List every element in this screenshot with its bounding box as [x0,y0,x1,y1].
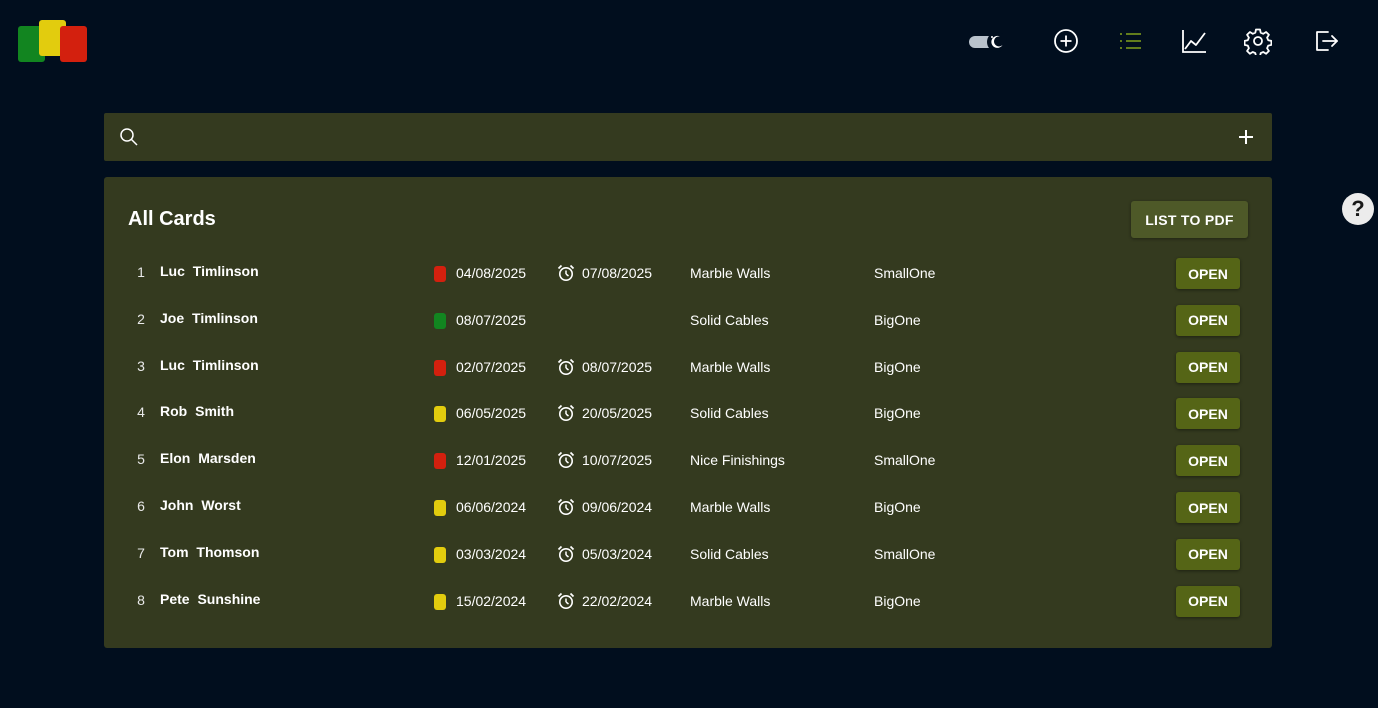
card-row: 2 Joe Timlinson 08/07/2025 Solid Cables BigO… [104,297,1272,343]
card-row: 1 Luc Timlinson 04/08/2025 07/08/2025 Marble… [104,250,1272,296]
row-person-name: Luc Timlinson [160,356,259,373]
row-number: 6 [137,498,145,514]
row-number: 4 [137,404,145,421]
alarm-clock-icon [557,451,575,469]
open-card-button[interactable]: OPEN [1176,258,1240,289]
row-date: 12/01/2025 [456,452,527,469]
open-card-button[interactable]: OPEN [1176,492,1240,523]
row-number: 5 [137,451,145,468]
row-project: Marble Walls [690,358,771,375]
row-number: 8 [137,591,145,608]
row-size: BigOne [874,358,921,375]
alarm-clock-icon [557,358,575,376]
row-date: 15/02/2024 [456,592,527,609]
row-project: Solid Cables [690,545,769,562]
gear-icon[interactable] [1243,26,1273,56]
row-person-name: John Worst [160,497,241,513]
status-indicator [434,359,446,376]
alarm-clock-icon [557,404,575,422]
row-size: BigOne [874,592,921,609]
row-project: Marble Walls [690,265,771,281]
alarm-clock-icon [557,545,575,563]
open-card-button[interactable]: OPEN [1176,445,1240,477]
row-person-name: Pete Sunshine [160,590,261,607]
card-row: 8 Pete Sunshine 15/02/2024 22/02/2024 Marble… [104,578,1272,624]
row-project: Marble Walls [690,499,771,515]
status-indicator [434,312,446,329]
row-project: Solid Cables [690,311,769,328]
card-row: 4 Rob Smith 06/05/2025 20/05/2025 Solid Cabl… [104,390,1272,436]
open-card-button[interactable]: OPEN [1176,585,1240,617]
top-bar [0,0,1378,80]
search-input[interactable] [152,123,1216,153]
row-number: 7 [137,544,145,561]
logout-icon[interactable] [1311,26,1341,56]
row-project: Marble Walls [690,592,771,609]
row-project: Nice Finishings [690,452,785,469]
status-indicator [434,266,446,282]
row-size: SmallOne [874,452,936,469]
open-card-button[interactable]: OPEN [1176,304,1240,336]
alarm-clock-icon [557,264,575,282]
row-date: 06/05/2025 [456,405,527,422]
row-size: BigOne [874,499,921,515]
logo-red-card [60,26,87,62]
row-person-name: Luc Timlinson [160,263,259,279]
panel-title: All Cards [128,208,216,230]
card-row: 3 Luc Timlinson 02/07/2025 08/07/2025 Marble… [104,344,1272,390]
status-indicator [434,593,446,610]
add-circle-icon[interactable] [1051,26,1081,56]
row-person-name: Joe Timlinson [160,309,258,326]
status-indicator [434,500,446,516]
chart-icon[interactable] [1179,26,1209,56]
list-to-pdf-button[interactable]: LIST TO PDF [1131,201,1248,238]
row-deadline: 20/05/2025 [582,405,653,422]
row-deadline: 22/02/2024 [582,592,653,609]
row-date: 02/07/2025 [456,358,527,375]
row-date: 03/03/2024 [456,545,527,562]
row-person-name: Elon Marsden [160,450,256,467]
help-button[interactable]: ? [1342,193,1374,225]
status-indicator [434,453,446,470]
card-row: 6 John Worst 06/06/2024 09/06/2024 Marble Wa… [104,484,1272,530]
cards-panel: All Cards LIST TO PDF 1 Luc Timlinson 04/0… [104,177,1272,648]
search-icon [119,127,139,152]
moon-icon [987,32,1007,52]
row-person-name: Tom Thomson [160,543,260,560]
row-deadline: 09/06/2024 [582,499,653,515]
search-bar [104,113,1272,161]
open-card-button[interactable]: OPEN [1176,351,1240,383]
open-card-button[interactable]: OPEN [1176,398,1240,430]
plus-icon [1239,130,1253,144]
alarm-clock-icon [557,592,575,610]
row-date: 06/06/2024 [456,499,527,515]
row-deadline: 07/08/2025 [582,265,653,281]
row-person-name: Rob Smith [160,403,234,420]
app-logo[interactable] [18,20,90,64]
status-indicator [434,406,446,423]
row-size: SmallOne [874,545,936,562]
row-number: 2 [137,310,145,327]
alarm-clock-icon [557,498,575,516]
row-number: 3 [137,357,145,374]
row-size: BigOne [874,311,921,328]
theme-toggle[interactable] [968,32,1008,52]
list-icon[interactable] [1115,26,1145,56]
row-project: Solid Cables [690,405,769,422]
row-deadline: 10/07/2025 [582,452,653,469]
card-row: 5 Elon Marsden 12/01/2025 10/07/2025 Nice Fi… [104,437,1272,483]
row-date: 04/08/2025 [456,265,527,281]
open-card-button[interactable]: OPEN [1176,538,1240,570]
row-date: 08/07/2025 [456,311,527,328]
row-deadline: 05/03/2024 [582,545,653,562]
row-deadline: 08/07/2025 [582,358,653,375]
row-number: 1 [137,264,145,280]
row-size: BigOne [874,405,921,422]
row-size: SmallOne [874,265,936,281]
status-indicator [434,546,446,563]
card-row: 7 Tom Thomson 03/03/2024 05/03/2024 Solid Ca… [104,531,1272,577]
add-card-button[interactable] [1234,125,1258,149]
